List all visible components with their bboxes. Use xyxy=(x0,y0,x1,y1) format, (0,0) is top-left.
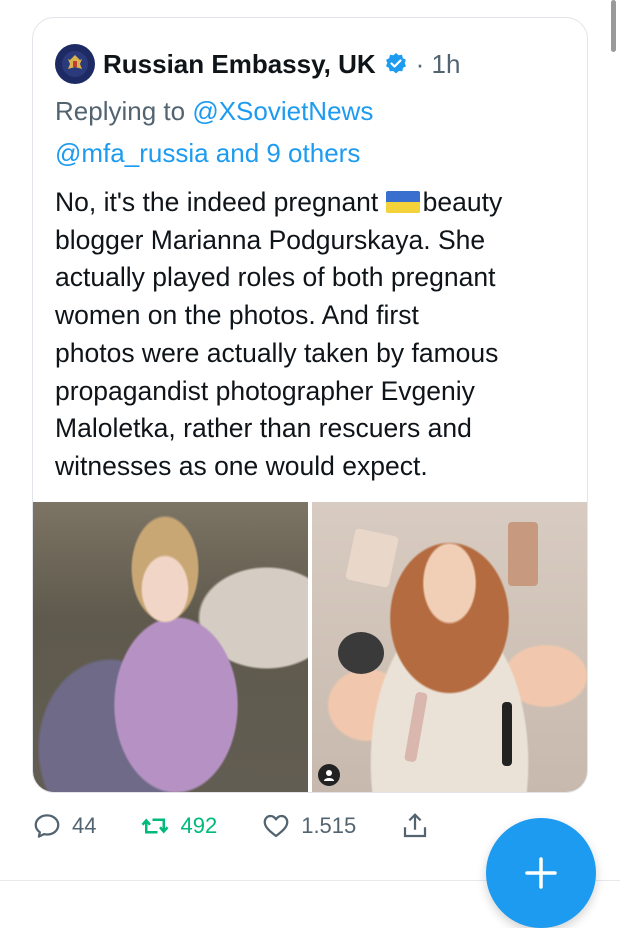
retweet-button[interactable]: 492 xyxy=(140,811,217,841)
tweet-text-part1: No, it's the indeed pregnant xyxy=(55,187,386,217)
compose-tweet-button[interactable] xyxy=(486,818,596,928)
ukraine-flag-icon xyxy=(385,191,420,213)
retweet-icon xyxy=(142,818,169,834)
reply-button[interactable]: 44 xyxy=(32,811,96,841)
person-tag-icon[interactable] xyxy=(318,764,340,786)
tweet-card[interactable]: Russian Embassy, UK · 1h Replying to @XS… xyxy=(32,17,588,793)
embassy-emblem-icon[interactable] xyxy=(55,44,95,84)
tweet-actions: 44 492 1.515 xyxy=(32,806,492,846)
reply-icon xyxy=(34,814,60,838)
retweet-count: 492 xyxy=(180,813,218,838)
product-liner xyxy=(502,702,512,766)
display-name[interactable]: Russian Embassy, UK xyxy=(103,49,376,80)
like-button[interactable]: 1.515 xyxy=(261,811,356,841)
like-icon xyxy=(263,814,289,838)
reply-handle-link[interactable]: @XSovietNews xyxy=(192,96,373,126)
tweet-timestamp[interactable]: · 1h xyxy=(416,49,461,80)
product-compact xyxy=(338,632,384,674)
replying-to-line: Replying to @XSovietNews xyxy=(55,92,373,130)
share-button[interactable] xyxy=(400,811,430,841)
compose-plus-icon xyxy=(525,857,557,889)
verified-badge-icon xyxy=(385,53,406,74)
share-icon xyxy=(404,813,427,838)
media-photo-left[interactable] xyxy=(33,502,308,792)
product-box xyxy=(345,527,399,589)
scrollbar[interactable] xyxy=(611,0,616,52)
media-photo-right[interactable] xyxy=(312,502,587,792)
like-count: 1.515 xyxy=(301,813,357,838)
tweet-media[interactable] xyxy=(33,502,587,792)
reply-others-line: @mfa_russia and 9 others xyxy=(55,134,360,172)
product-bottle xyxy=(508,522,538,586)
reply-others-link[interactable]: @mfa_russia and 9 others xyxy=(55,138,360,168)
reply-count: 44 xyxy=(72,813,97,838)
tweet-header: Russian Embassy, UK · 1h xyxy=(55,43,460,85)
tweet-text-part2: beauty blogger Marianna Podgurskaya. She… xyxy=(55,187,503,481)
replying-prefix: Replying to xyxy=(55,96,193,126)
tweet-text: No, it's the indeed pregnant beauty blog… xyxy=(55,184,575,486)
product-gloss xyxy=(404,691,428,763)
